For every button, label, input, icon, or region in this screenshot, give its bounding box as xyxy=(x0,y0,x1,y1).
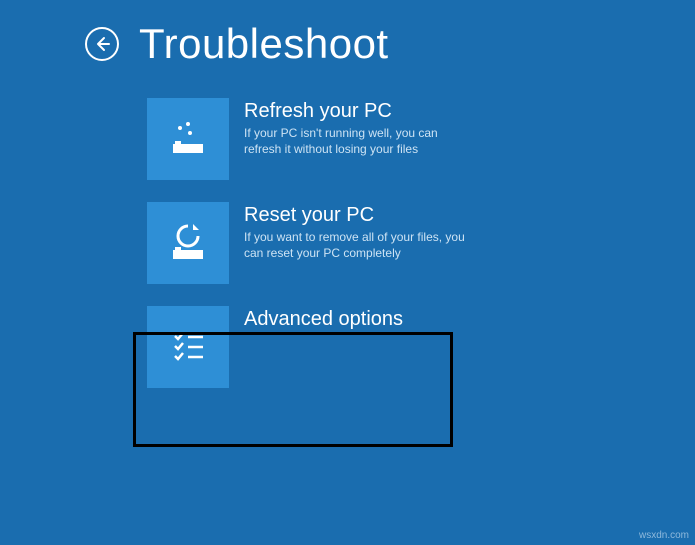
option-text: Reset your PC If you want to remove all … xyxy=(229,202,469,261)
option-text: Advanced options xyxy=(229,306,403,333)
refresh-pc-icon xyxy=(163,114,213,164)
option-refresh-pc[interactable]: Refresh your PC If your PC isn't running… xyxy=(147,98,695,180)
checklist-icon xyxy=(163,322,213,372)
back-arrow-icon xyxy=(93,35,111,53)
option-title: Reset your PC xyxy=(244,204,469,227)
option-title: Refresh your PC xyxy=(244,100,469,123)
advanced-options-tile xyxy=(147,306,229,388)
option-advanced-options[interactable]: Advanced options xyxy=(147,306,695,388)
option-desc: If you want to remove all of your files,… xyxy=(244,229,469,261)
reset-pc-icon xyxy=(163,218,213,268)
refresh-pc-tile xyxy=(147,98,229,180)
option-title: Advanced options xyxy=(244,308,403,331)
back-button[interactable] xyxy=(85,27,119,61)
option-reset-pc[interactable]: Reset your PC If you want to remove all … xyxy=(147,202,695,284)
option-text: Refresh your PC If your PC isn't running… xyxy=(229,98,469,157)
page-title: Troubleshoot xyxy=(139,20,389,68)
option-desc: If your PC isn't running well, you can r… xyxy=(244,125,469,157)
reset-pc-tile xyxy=(147,202,229,284)
watermark: wsxdn.com xyxy=(639,530,689,541)
